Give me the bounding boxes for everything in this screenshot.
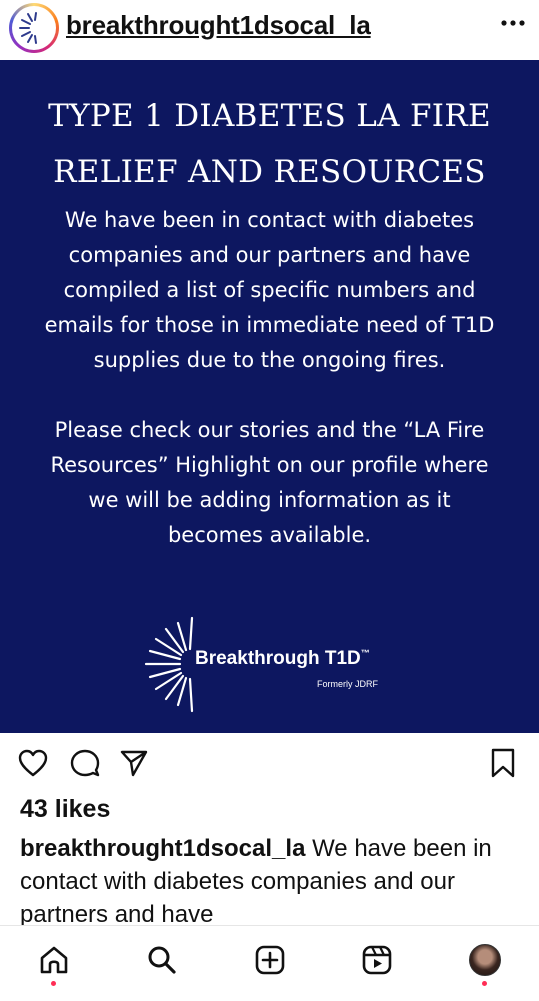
tab-search[interactable] xyxy=(142,942,182,978)
burst-logo-icon xyxy=(144,616,194,713)
heart-icon xyxy=(18,749,48,777)
send-icon xyxy=(120,750,148,777)
more-options-button[interactable] xyxy=(496,8,530,38)
comment-icon xyxy=(70,749,100,777)
post-caption: breakthrought1dsocal_la We have been in … xyxy=(20,832,520,931)
tab-create[interactable] xyxy=(250,942,290,978)
account-username[interactable]: breakthrought1dsocal_la xyxy=(66,10,371,41)
tab-reels[interactable] xyxy=(357,942,397,978)
profile-avatar xyxy=(469,944,501,976)
create-icon xyxy=(255,945,285,975)
more-horizontal-icon xyxy=(501,20,525,26)
search-icon xyxy=(148,946,176,974)
like-button[interactable] xyxy=(16,746,50,780)
tab-profile[interactable] xyxy=(465,942,505,978)
post-title-line: TYPE 1 DIABETES LA FIRE xyxy=(48,98,491,134)
profile-notification-dot xyxy=(482,981,487,986)
bottom-tab-bar xyxy=(0,925,539,1001)
logo-subtitle: Formerly JDRF xyxy=(317,679,378,689)
likes-count[interactable]: 43 likes xyxy=(20,795,110,824)
post-paragraph: We have been in contact with diabetes co… xyxy=(44,208,495,372)
reels-icon xyxy=(362,945,392,975)
share-button[interactable] xyxy=(117,746,151,780)
post-header: breakthrought1dsocal_la xyxy=(0,0,539,60)
post-image[interactable]: TYPE 1 DIABETES LA FIRE RELIEF AND RESOU… xyxy=(0,60,539,733)
save-button[interactable] xyxy=(486,746,520,780)
post-title: TYPE 1 DIABETES LA FIRE RELIEF AND RESOU… xyxy=(0,88,539,200)
logo-wordmark: Breakthrough T1D™ xyxy=(195,648,370,669)
home-notification-dot xyxy=(51,981,56,986)
caption-username[interactable]: breakthrought1dsocal_la xyxy=(20,835,305,862)
breakthrough-t1d-logo: Breakthrough T1D™ Formerly JDRF xyxy=(140,615,420,715)
post-actions xyxy=(0,740,539,788)
bookmark-icon xyxy=(491,748,515,778)
account-avatar[interactable] xyxy=(9,3,59,53)
breakthrough-logo-icon xyxy=(19,12,37,44)
post-paragraph: Please check our stories and the “LA Fir… xyxy=(50,418,489,547)
home-icon xyxy=(40,946,68,974)
post-body: We have been in contact with diabetes co… xyxy=(40,203,499,588)
tab-home[interactable] xyxy=(34,942,74,978)
post-title-line: RELIEF AND RESOURCES xyxy=(53,154,486,190)
comment-button[interactable] xyxy=(68,746,102,780)
